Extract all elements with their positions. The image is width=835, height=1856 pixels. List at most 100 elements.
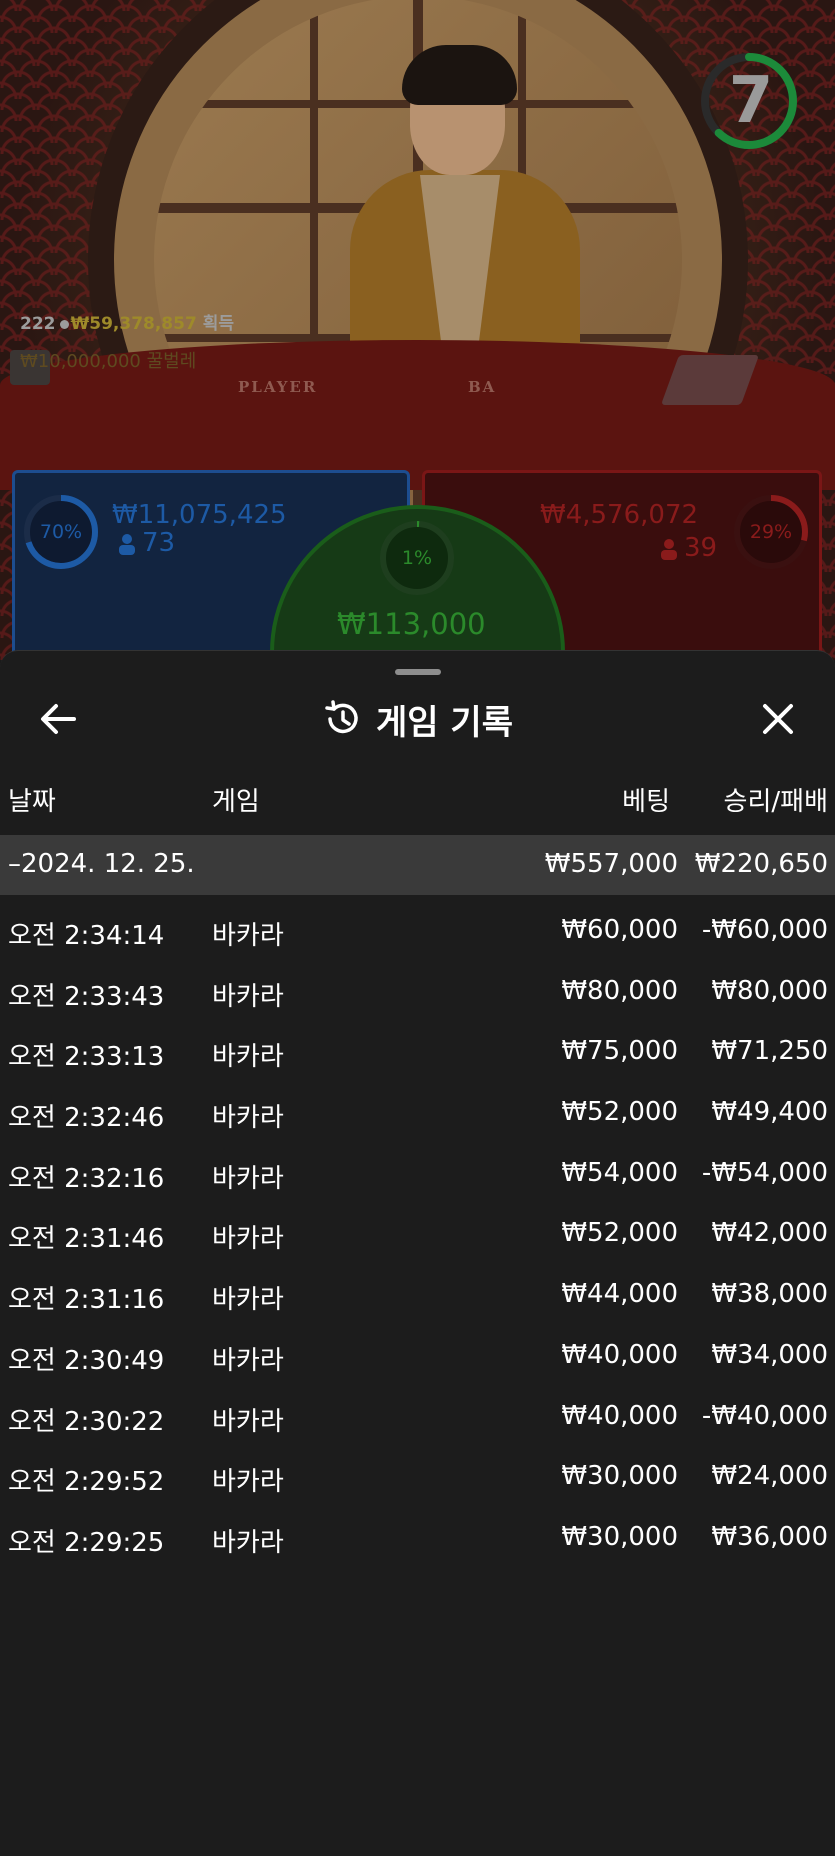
row-result: ₩49,400 [711,1097,828,1128]
row-bet: ₩40,000 [561,1339,678,1370]
row-bet: ₩80,000 [561,975,678,1006]
banker-bet-total: ₩4,576,072 [540,500,699,530]
row-game: 바카라 [212,1042,284,1073]
table-row[interactable]: 오전 2:31:46 바카라 ₩52,000 ₩42,000 [0,1206,835,1267]
row-game: 바카라 [212,1527,284,1558]
sheet-header: 게임 기록 [0,691,835,747]
row-result: ₩42,000 [711,1218,828,1249]
row-result: ₩80,000 [711,975,828,1006]
group-date: –2024. 12. 25. [8,849,195,879]
row-game: 바카라 [212,981,284,1012]
table-row[interactable]: 오전 2:32:16 바카라 ₩54,000 -₩54,000 [0,1146,835,1207]
player-bettors: 73 [118,528,175,558]
row-bet: ₩44,000 [561,1279,678,1310]
table-row[interactable]: 오전 2:29:52 바카라 ₩30,000 ₩24,000 [0,1449,835,1510]
table-row[interactable]: 오전 2:33:43 바카라 ₩80,000 ₩80,000 [0,964,835,1025]
history-list: 오전 2:34:14 바카라 ₩60,000 -₩60,000 오전 2:33:43 바… [0,903,835,1571]
table-row[interactable]: 오전 2:33:13 바카라 ₩75,000 ₩71,250 [0,1024,835,1085]
row-time: 오전 2:31:46 [8,1224,165,1255]
row-result: -₩54,000 [701,1157,828,1188]
recent-win-banner: 222 ₩59,378,857 획득 [20,309,234,334]
row-bet: ₩30,000 [561,1521,678,1552]
col-bet: 베팅 [622,787,670,817]
row-time: 오전 2:29:25 [8,1527,165,1558]
close-icon [763,704,793,734]
person-icon [59,320,69,329]
row-game: 바카라 [212,1345,284,1376]
row-result: -₩40,000 [701,1400,828,1431]
col-date: 날짜 [8,787,56,817]
live-game-view: PLAYER BA 7 222 ₩59,378,857 획득 ₩10,000,00… [0,0,835,660]
recent-win-banner-2: ₩10,000,000 꿀벌레 [20,351,197,372]
table-row[interactable]: 오전 2:31:16 바카라 ₩44,000 ₩38,000 [0,1267,835,1328]
win-suffix: 획득 [202,314,234,334]
table-label-player: PLAYER [238,378,318,396]
date-group-row[interactable]: –2024. 12. 25. ₩557,000 ₩220,650 [0,835,835,895]
row-result: ₩24,000 [711,1461,828,1492]
banker-percent-ring: 29% [732,493,810,571]
person-icon [119,533,135,555]
banker-bettor-count: 39 [684,533,718,563]
player-percent: 70% [39,521,83,543]
win-count: 222 [20,314,56,334]
row-game: 바카라 [212,1163,284,1194]
row-bet: ₩30,000 [561,1461,678,1492]
table-row[interactable]: 오전 2:30:49 바카라 ₩40,000 ₩34,000 [0,1328,835,1389]
group-result-total: ₩220,650 [694,849,828,879]
row-time: 오전 2:33:13 [8,1042,165,1073]
sheet-drag-handle[interactable] [395,669,441,675]
tie-bet-total: ₩113,000 [337,607,486,641]
dealer-video [340,40,600,370]
person-icon [661,538,677,560]
sheet-title: 게임 기록 [0,691,835,747]
row-bet: ₩75,000 [561,1036,678,1067]
col-result: 승리/패배 [723,787,828,817]
group-bet-total: ₩557,000 [544,849,678,879]
sheet-title-text: 게임 기록 [376,702,513,743]
countdown-timer: 7 [700,30,802,172]
player-percent-ring: 70% [22,493,100,571]
row-result: -₩60,000 [701,915,828,945]
row-time: 오전 2:32:16 [8,1163,165,1194]
tie-percent: 1% [401,547,433,569]
row-time: 오전 2:32:46 [8,1103,165,1134]
win-amount: ₩59,378,857 [70,314,197,334]
row-bet: ₩52,000 [561,1218,678,1249]
timer-value: 7 [728,64,774,138]
tie-percent-ring: 1% [378,519,456,597]
row-result: ₩38,000 [711,1279,828,1310]
row-bet: ₩40,000 [561,1400,678,1431]
row-time: 오전 2:30:49 [8,1345,165,1376]
banker-bettors: 39 [660,533,717,563]
row-bet: ₩60,000 [561,915,678,945]
row-result: ₩36,000 [711,1521,828,1552]
row-bet: ₩54,000 [561,1157,678,1188]
row-time: 오전 2:29:52 [8,1467,165,1498]
row-game: 바카라 [212,1467,284,1498]
row-time: 오전 2:33:43 [8,981,165,1012]
history-icon [325,700,358,734]
row-game: 바카라 [212,1406,284,1437]
close-button[interactable] [758,699,798,739]
row-game: 바카라 [212,1103,284,1134]
row-bet: ₩52,000 [561,1097,678,1128]
table-row[interactable]: 오전 2:29:25 바카라 ₩30,000 ₩36,000 [0,1510,835,1571]
player-bet-total: ₩11,075,425 [112,500,287,530]
table-row[interactable]: 오전 2:34:14 바카라 ₩60,000 -₩60,000 [0,903,835,964]
row-result: ₩71,250 [711,1036,828,1067]
table-row[interactable]: 오전 2:32:46 바카라 ₩52,000 ₩49,400 [0,1085,835,1146]
game-history-sheet: 게임 기록 날짜 게임 베팅 승리/패배 –2024. 12. 25. ₩557… [0,650,835,1856]
col-game: 게임 [212,787,260,817]
row-result: ₩34,000 [711,1339,828,1370]
banker-percent: 29% [749,521,793,543]
player-bettor-count: 73 [142,528,176,558]
table-label-banker: BA [468,378,497,396]
row-game: 바카라 [212,1285,284,1316]
row-time: 오전 2:30:22 [8,1406,165,1437]
row-time: 오전 2:31:16 [8,1285,165,1316]
table-header: 날짜 게임 베팅 승리/패배 [0,781,835,821]
row-game: 바카라 [212,921,284,951]
row-game: 바카라 [212,1224,284,1255]
table-row[interactable]: 오전 2:30:22 바카라 ₩40,000 -₩40,000 [0,1389,835,1450]
row-time: 오전 2:34:14 [8,921,165,951]
